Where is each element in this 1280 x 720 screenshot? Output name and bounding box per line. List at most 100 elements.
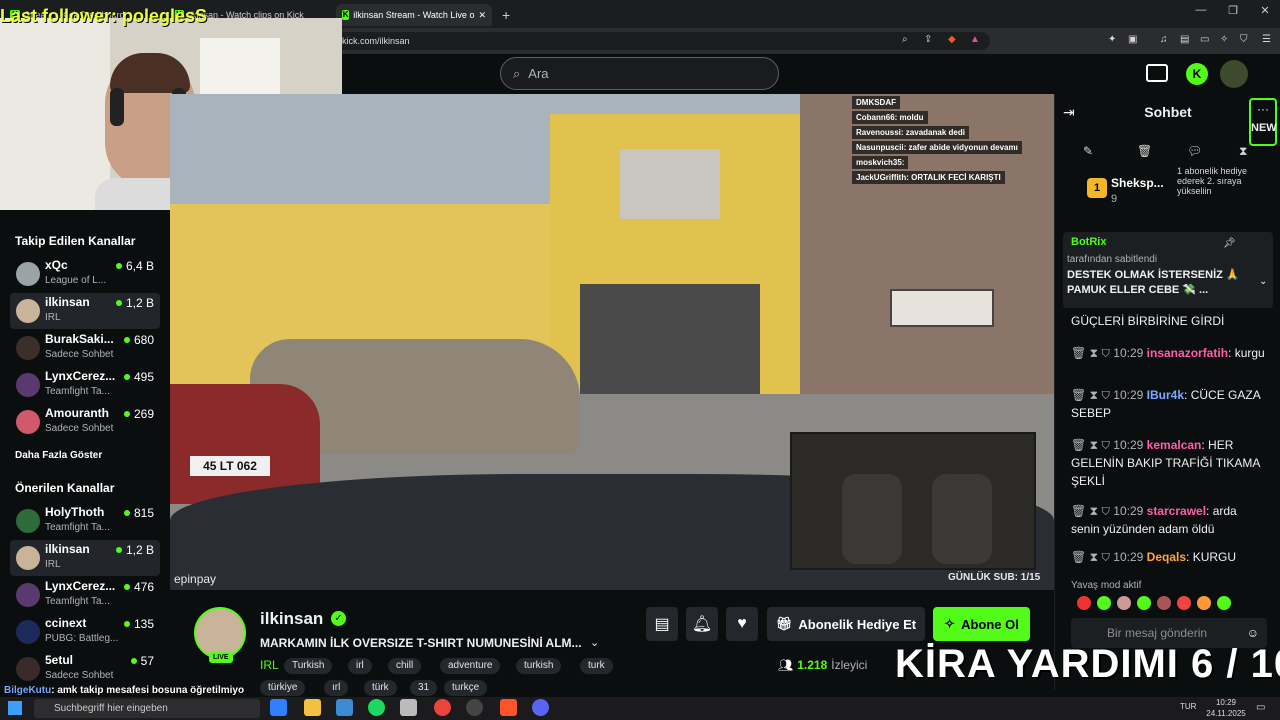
creator-dashboard-icon[interactable] [1146,64,1168,82]
chat-settings-button[interactable]: ··· NEW [1249,98,1277,146]
show-more-link[interactable]: Daha Fazla Göster [15,450,102,461]
stream-tag[interactable]: turkçe [444,680,488,696]
sidebar-channel-amouranth[interactable]: Amouranth Sadece Sohbet 269 [10,404,160,440]
stream-tag[interactable]: türk [364,680,397,696]
avatar[interactable] [1220,60,1248,88]
start-icon[interactable] [8,701,22,715]
stream-tag[interactable]: adventure [440,658,501,674]
clock[interactable]: 10:29 24.11.2025 [1204,697,1248,719]
emote-icon[interactable] [1217,596,1231,610]
stream-tag[interactable]: turkish [516,658,562,674]
emote-icon[interactable] [1137,596,1151,610]
stream-tag[interactable]: 31 [410,680,438,696]
menu-icon[interactable]: ☰ [1262,34,1271,45]
stream-tag[interactable]: ırl [324,680,349,696]
calculator-icon[interactable] [400,699,417,716]
chrome-icon[interactable] [434,699,451,716]
taskbar-search[interactable]: Suchbegriff hier eingeben [34,699,260,718]
moderation-icons[interactable]: 🗑︎ ⧗ ⛉ [1071,550,1113,564]
sidebar-toggle-icon[interactable]: ▤ [1180,34,1189,45]
chat-username[interactable]: insanazorfatih [1147,346,1228,360]
sidebar-channel-xqc[interactable]: xQc League of L... 6,4 B [10,256,160,292]
chat-bubble-icon[interactable]: 💬︎ [1187,144,1202,158]
emote-icon[interactable] [1157,596,1171,610]
wallet-icon[interactable]: ▭ [1200,34,1209,45]
sidebar-channel-lynxcerez[interactable]: LynxCerez... Teamfight Ta... 476 [10,577,160,613]
kick-logo-icon[interactable]: K [1186,63,1208,85]
zoom-icon[interactable]: ⌕ [902,34,908,45]
share-icon[interactable]: ⇪ [924,34,932,45]
moderation-icons[interactable]: 🗑︎ ⧗ ⛉ [1071,346,1113,360]
stream-tag[interactable]: Turkish [284,658,333,674]
store-icon[interactable] [336,699,353,716]
subscribe-button[interactable]: ✧ Abone Ol [933,607,1030,641]
timeout-tool-icon[interactable]: ⧗ [1239,144,1247,159]
screenshot-icon[interactable]: ▣ [1128,34,1137,45]
emote-icon[interactable] [1197,596,1211,610]
edge-icon[interactable] [270,699,287,716]
tab-ilkinsan-stream[interactable]: Kilkinsan Stream - Watch Live o ✕ [336,4,492,26]
chat-message[interactable]: 🗑︎ ⧗ ⛉ 10:29 starcrawel: arda senin yüzü… [1071,502,1267,538]
moderation-icons[interactable]: 🗑︎ ⧗ ⛉ [1071,438,1113,452]
close-window-button[interactable]: ✕ [1250,4,1280,17]
sidebar-channel-ilkinsan[interactable]: ilkinsan IRL 1,2 B [10,293,160,329]
chat-message[interactable]: 🗑︎ ⧗ ⛉ 10:29 kemalcan: HER GELENİN BAKIP… [1071,436,1267,490]
discord-icon[interactable] [532,699,549,716]
brave-rewards-icon[interactable]: ▲ [970,34,980,45]
language-indicator[interactable]: TUR [1180,702,1196,711]
pinned-message[interactable]: BotRix tarafından sabitlendi DESTEK OLMA… [1063,232,1273,308]
channel-name[interactable]: ilkinsan [260,609,323,629]
stream-tag[interactable]: türkiye [260,680,306,696]
close-tab-icon[interactable]: ✕ [478,10,486,21]
emote-icon[interactable] [1097,596,1111,610]
chat-username[interactable]: kemalcan [1147,438,1202,452]
stream-tag[interactable]: turk [580,658,613,674]
moderation-icons[interactable]: 🗑︎ ⧗ ⛉ [1071,504,1113,518]
emoji-icon[interactable]: ☺ [1247,626,1259,640]
notifications-icon[interactable]: ▭ [1256,702,1265,713]
search-input[interactable]: ⌕ Ara [500,57,779,90]
theater-mode-button[interactable]: ▤ [646,607,678,641]
chat-username[interactable]: IBur4k [1147,388,1184,402]
emote-icon[interactable] [1117,596,1131,610]
file-explorer-icon[interactable] [304,699,321,716]
follow-button[interactable]: ♥ [726,607,758,641]
new-tab-button[interactable]: + [496,4,516,26]
notifications-button[interactable]: 🔔︎ [686,607,718,641]
extensions-icon[interactable]: ✦ [1108,34,1116,45]
delete-tool-icon[interactable]: 🗑︎ [1137,144,1152,158]
chat-message[interactable]: 🗑︎ ⧗ ⛉ 10:29 insanazorfatih: kurgu [1071,344,1267,362]
vpn-icon[interactable]: ⛉ [1240,34,1248,45]
minimize-button[interactable]: — [1186,4,1216,16]
emote-icon[interactable] [1077,596,1091,610]
stream-tag[interactable]: irl [348,658,372,674]
sidebar-channel-buraksaki[interactable]: BurakSaki... Sadece Sohbet 680 [10,330,160,366]
category-link[interactable]: IRL [260,658,279,672]
sidebar-channel-lynxcerez[interactable]: LynxCerez... Teamfight Ta... 495 [10,367,160,403]
spotify-icon[interactable] [368,699,385,716]
brave-icon[interactable] [500,699,517,716]
chat-username[interactable]: Deqals [1147,550,1186,564]
sidebar-channel-holythoth[interactable]: HolyThoth Teamfight Ta... 815 [10,503,160,539]
chat-message[interactable]: GÜÇLERİ BİRBİRİNE GİRDİ [1071,312,1267,330]
url-field[interactable]: kick.com/ilkinsan [330,32,990,50]
chat-message[interactable]: 🗑︎ ⧗ ⛉ 10:29 Deqals: KURGU [1071,548,1267,566]
maximize-button[interactable]: ❐ [1218,4,1248,17]
chevron-down-icon[interactable]: ⌄ [590,636,599,649]
pin-tool-icon[interactable]: ✎ [1083,144,1093,158]
sidebar-channel-ccinext[interactable]: ccinext PUBG: Battleg... 135 [10,614,160,650]
media-icon[interactable]: ♫ [1160,34,1168,45]
stream-tag[interactable]: chill [388,658,422,674]
sidebar-channel-5etul[interactable]: 5etul Sadece Sohbet 57 [10,651,160,687]
obs-icon[interactable] [466,699,483,716]
expand-pin-chevron-icon[interactable]: ⌄ [1259,276,1267,287]
leo-icon[interactable]: ✧ [1220,34,1228,45]
chat-username[interactable]: starcrawel [1147,504,1206,518]
gift-subscription-button[interactable]: 🎁︎ Abonelik Hediye Et [767,607,925,641]
leaderboard-name[interactable]: Sheksp... [1111,176,1164,190]
sidebar-channel-ilkinsan[interactable]: ilkinsan IRL 1,2 B [10,540,160,576]
emote-icon[interactable] [1177,596,1191,610]
brave-shield-icon[interactable]: ◆ [948,34,956,45]
chat-message[interactable]: 🗑︎ ⧗ ⛉ 10:29 IBur4k: CÜCE GAZA SEBEP [1071,386,1267,422]
video-player[interactable]: 45 LT 062 DMKSDAF Cobann66: moldu Ravenous… [170,94,1054,590]
